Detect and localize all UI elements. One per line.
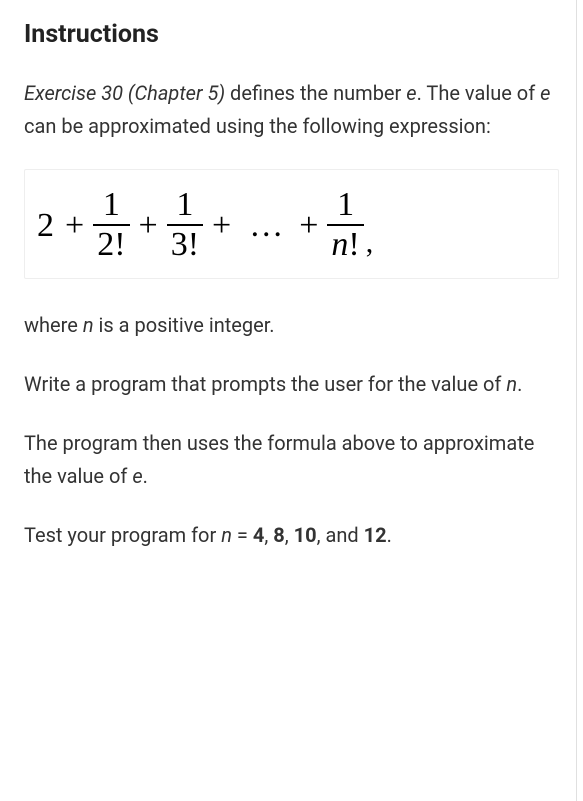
uses-paragraph: The program then uses the formula above … (24, 427, 559, 493)
formula-box: 2 + 1 2! + 1 3! + … + 1 n! , (24, 169, 559, 279)
fraction-numerator: 1 (333, 188, 358, 222)
intro-text-1: defines the number (225, 81, 406, 105)
test-paragraph: Test your program for n = 4, 8, 10, and … (24, 519, 559, 552)
variable-e: e (406, 81, 416, 105)
write-text-a: Write a program that prompts the user fo… (24, 372, 506, 396)
where-paragraph: where n is a positive integer. (24, 309, 559, 342)
where-text-a: where (24, 313, 83, 337)
plus-operator: + (212, 207, 231, 245)
test-value: 12 (364, 523, 387, 547)
write-text-b: . (517, 372, 522, 396)
test-value: 10 (294, 523, 317, 547)
uses-text-a: The program then uses the formula above … (24, 431, 534, 488)
write-paragraph: Write a program that prompts the user fo… (24, 368, 559, 401)
test-value: 8 (273, 523, 284, 547)
test-sep: , (285, 523, 294, 547)
page-title: Instructions (24, 20, 559, 49)
fraction-denominator: n! (327, 228, 363, 264)
test-sep: , and (317, 523, 364, 547)
formula-trailing-comma: , (366, 226, 374, 260)
test-text-a: Test your program for (24, 523, 221, 547)
fraction-denominator: 2! (93, 228, 129, 264)
intro-paragraph: Exercise 30 (Chapter 5) defines the numb… (24, 77, 559, 143)
intro-text-3: can be approximated using the following … (24, 114, 491, 138)
test-text-eq: = (232, 523, 253, 547)
plus-operator: + (139, 207, 158, 245)
test-end: . (387, 523, 392, 547)
test-sep: , (264, 523, 273, 547)
fraction-term: 1 3! (167, 188, 203, 264)
plus-operator: + (65, 207, 84, 245)
fraction-numerator: 1 (172, 188, 197, 222)
where-text-b: is a positive integer. (94, 313, 275, 337)
exercise-reference: Exercise 30 (Chapter 5) (24, 81, 225, 105)
formula-leading-term: 2 (37, 207, 54, 245)
variable-n: n (221, 523, 232, 547)
fraction-denominator: 3! (167, 228, 203, 264)
fraction-term: 1 n! (327, 188, 363, 264)
variable-n: n (506, 372, 517, 396)
variable-e: e (132, 464, 142, 488)
intro-text-2: . The value of (417, 81, 541, 105)
variable-n: n (83, 313, 94, 337)
plus-operator: + (299, 207, 318, 245)
test-value: 4 (253, 523, 264, 547)
fraction-term: 1 2! (93, 188, 129, 264)
variable-e: e (540, 81, 550, 105)
uses-text-b: . (143, 464, 148, 488)
ellipsis: … (249, 207, 281, 245)
variable-n: n (331, 226, 348, 263)
factorial-symbol: ! (348, 226, 359, 263)
fraction-numerator: 1 (99, 188, 124, 222)
